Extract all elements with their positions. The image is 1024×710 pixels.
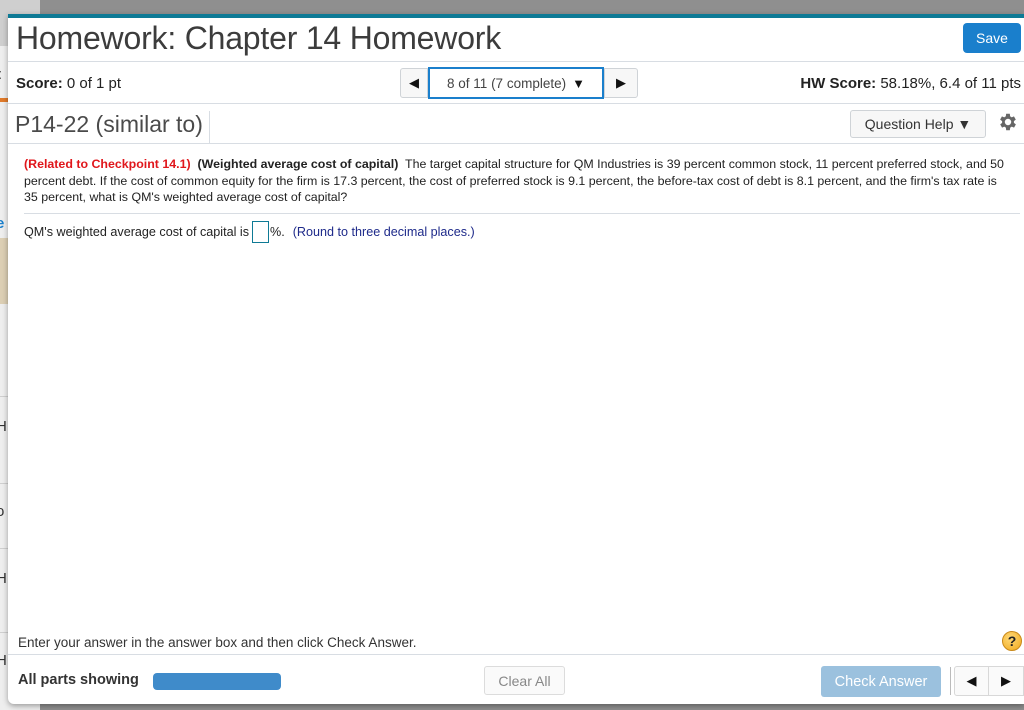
footer-bar: All parts showing Clear All Check Answer… [8,654,1024,708]
triangle-right-icon: ▶ [1001,673,1011,688]
divider [24,213,1020,214]
question-select-value: 8 of 11 (7 complete) [447,75,567,91]
question-navigator: ◀ 8 of 11 (7 complete) ▼ ▶ [400,67,638,99]
question-mark-icon: ? [1007,633,1017,649]
check-answer-button[interactable]: Check Answer [821,666,941,697]
triangle-left-icon: ◀ [409,75,419,90]
footer-previous-button[interactable]: ◀ [954,666,989,696]
save-button[interactable]: Save [963,23,1021,53]
question-id: P14-22 (similar to) [15,111,210,143]
rounding-hint: (Round to three decimal places.) [292,225,475,239]
background-text: t [0,66,1,83]
related-checkpoint: (Related to Checkpoint 14.1) [24,157,191,171]
footer-next-button[interactable]: ▶ [989,666,1024,696]
triangle-left-icon: ◀ [966,673,977,688]
homework-player: Homework: Chapter 14 Homework Save Score… [8,14,1024,704]
answer-suffix: %. [270,225,285,239]
question-help-button[interactable]: Question Help ▼ [850,110,986,138]
score-value: 0 of 1 pt [66,75,122,92]
next-question-button[interactable]: ▶ [604,68,638,98]
hw-score-value: 58.18%, 6.4 of 11 pts [880,75,1021,92]
background-text: e [0,215,5,232]
score-bar: Score: 0 of 1 pt ◀ 8 of 11 (7 complete) … [8,62,1024,104]
gear-icon[interactable] [997,111,1019,133]
hw-score: HW Score: 58.18%, 6.4 of 11 pts [800,75,1021,92]
footer-question-nav: ◀ ▶ [954,666,1024,696]
answer-line: QM's weighted average cost of capital is… [24,221,475,243]
divider [950,667,951,695]
answer-input[interactable] [252,221,270,243]
clear-all-button[interactable]: Clear All [484,666,565,695]
title-bar: Homework: Chapter 14 Homework Save [8,18,1024,62]
answer-prompt: QM's weighted average cost of capital is [24,225,250,239]
background-link[interactable]: H [0,418,7,435]
caret-down-icon: ▼ [572,75,585,91]
hw-score-label: HW Score: [800,75,877,92]
problem-topic: (Weighted average cost of capital) [197,157,399,171]
background-link[interactable]: H [0,570,7,587]
instructions: Enter your answer in the answer box and … [18,635,417,650]
triangle-right-icon: ▶ [616,75,626,90]
score-label: Score: [16,75,63,92]
background-link[interactable]: H [0,652,7,669]
problem-statement: (Related to Checkpoint 14.1) (Weighted a… [24,156,1004,206]
question-score: Score: 0 of 1 pt [16,75,121,92]
background-link[interactable]: o [0,503,4,520]
parts-label: All parts showing [18,672,139,688]
page-title: Homework: Chapter 14 Homework [16,20,502,56]
question-select[interactable]: 8 of 11 (7 complete) ▼ [428,67,604,99]
previous-question-button[interactable]: ◀ [400,68,428,98]
parts-progress-bar [153,673,281,690]
help-icon[interactable]: ? [1002,631,1022,651]
question-header: P14-22 (similar to) Question Help ▼ [8,104,1024,144]
